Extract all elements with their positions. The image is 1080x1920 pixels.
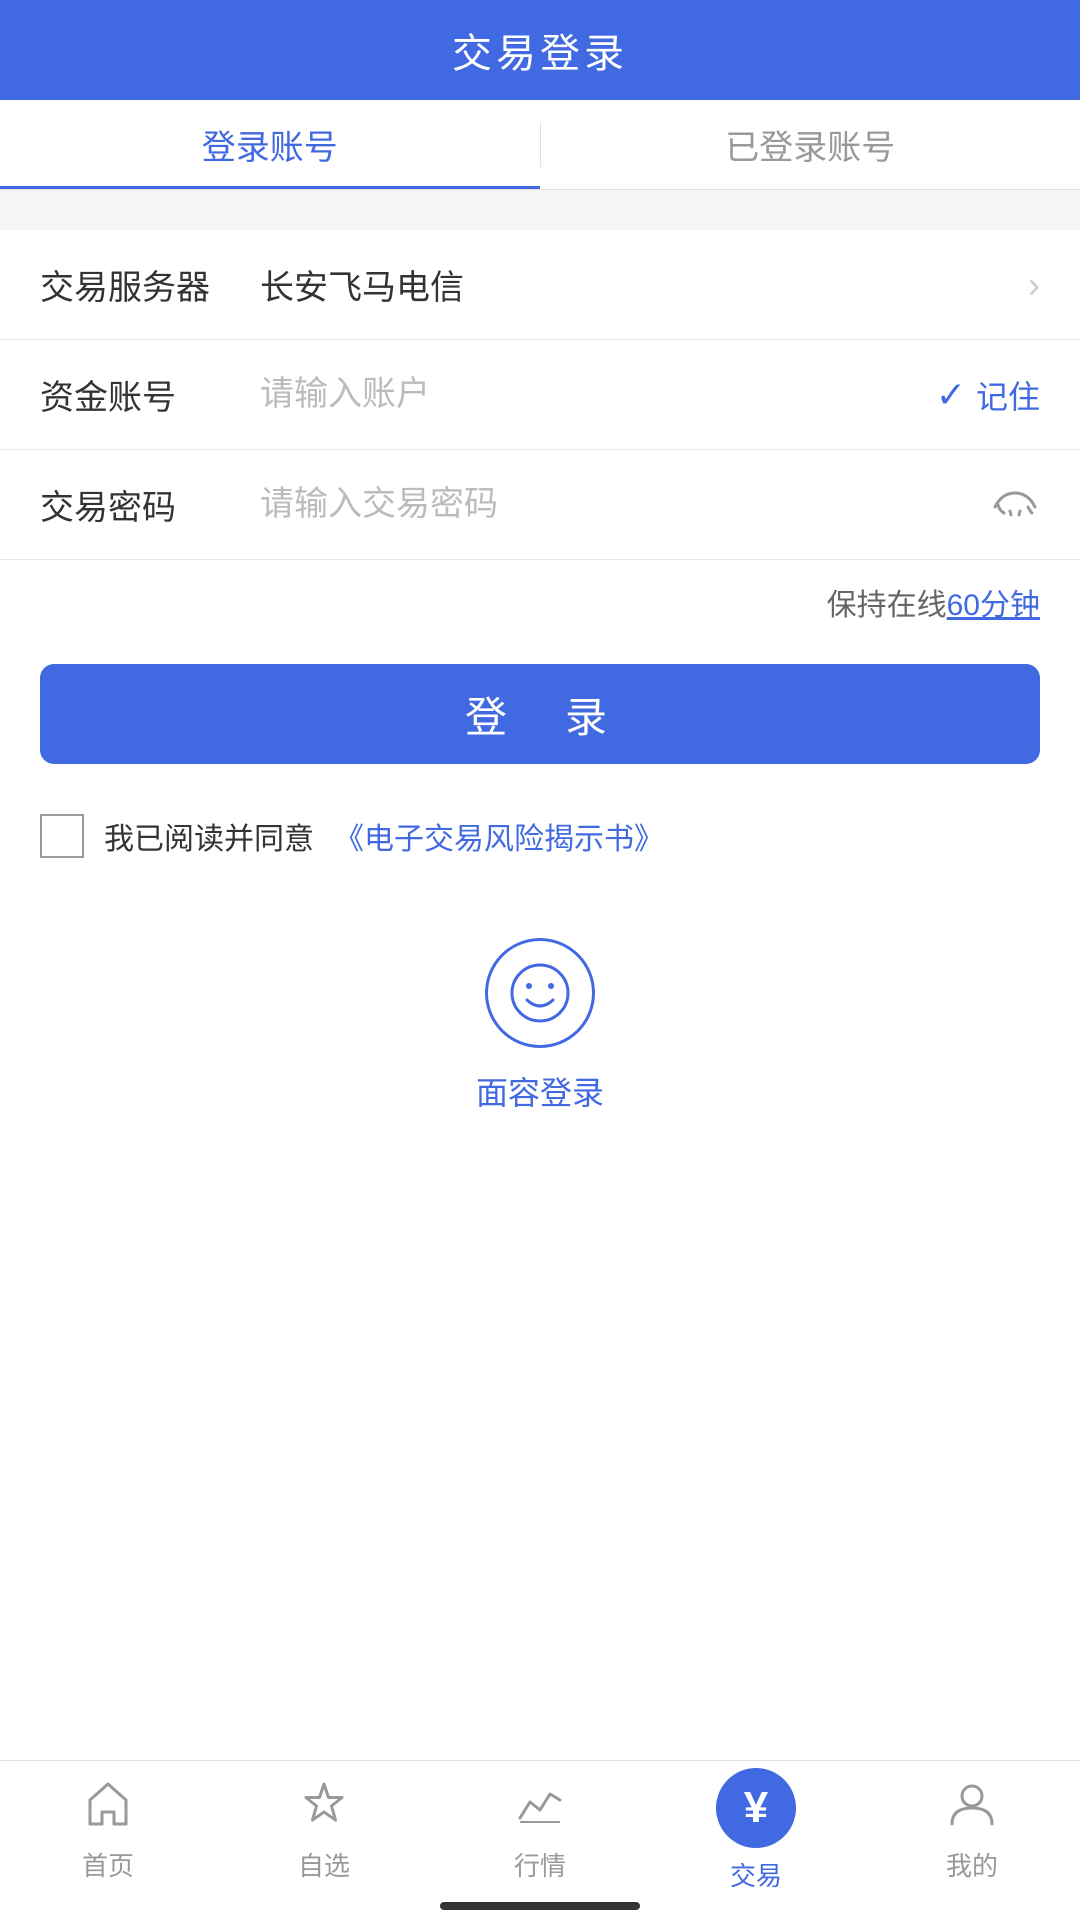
account-input[interactable] (240, 375, 936, 414)
tab-login[interactable]: 登录账号 (0, 100, 540, 189)
top-spacer (0, 190, 1080, 210)
chart-icon (514, 1778, 566, 1838)
password-row: 交易密码 (0, 450, 1080, 560)
nav-item-trade[interactable]: ¥ 交易 (648, 1768, 864, 1913)
login-button-wrapper: 登 录 (0, 644, 1080, 794)
agreement-link[interactable]: 《电子交易风险揭示书》 (334, 814, 664, 858)
tab-bar: 登录账号 已登录账号 (0, 100, 1080, 190)
account-row: 资金账号 ✓ 记住 (0, 340, 1080, 450)
yuan-icon: ¥ (744, 1786, 768, 1830)
agreement-prefix: 我已阅读并同意 (104, 814, 314, 858)
person-icon (946, 1778, 998, 1838)
account-label: 资金账号 (40, 370, 240, 419)
bottom-nav: 首页 自选 行情 ¥ 交易 (0, 1760, 1080, 1920)
nav-label-trade: 交易 (730, 1856, 782, 1893)
page-header: 交易登录 (0, 0, 1080, 100)
server-label: 交易服务器 (40, 260, 240, 309)
password-label: 交易密码 (40, 480, 240, 529)
main-content: 登录账号 已登录账号 交易服务器 长安飞马电信 › 资金账号 ✓ 记住 交易密码 (0, 100, 1080, 1760)
remember-section[interactable]: ✓ 记住 (936, 372, 1040, 418)
check-circle-icon: ✓ (936, 374, 966, 416)
chevron-right-icon: › (1028, 264, 1040, 306)
agreement-section: 我已阅读并同意 《电子交易风险揭示书》 (0, 794, 1080, 878)
online-link[interactable]: 60分钟 (947, 580, 1040, 624)
face-login-icon (485, 938, 595, 1048)
home-icon (82, 1778, 134, 1838)
nav-label-home: 首页 (82, 1846, 134, 1883)
remember-label: 记住 (976, 372, 1040, 418)
login-button[interactable]: 登 录 (40, 664, 1040, 764)
agreement-checkbox[interactable] (40, 814, 84, 858)
nav-label-watchlist: 自选 (298, 1846, 350, 1883)
password-input[interactable] (240, 485, 990, 524)
eye-closed-icon[interactable] (990, 484, 1040, 526)
online-prefix: 保持在线 (827, 580, 947, 624)
page-title: 交易登录 (452, 21, 628, 79)
tab-logged[interactable]: 已登录账号 (541, 100, 1080, 189)
nav-item-home[interactable]: 首页 (0, 1778, 216, 1903)
nav-item-mine[interactable]: 我的 (864, 1778, 1080, 1903)
nav-label-mine: 我的 (946, 1846, 998, 1883)
nav-item-market[interactable]: 行情 (432, 1778, 648, 1903)
server-row[interactable]: 交易服务器 长安飞马电信 › (0, 230, 1080, 340)
nav-label-market: 行情 (514, 1846, 566, 1883)
star-icon (298, 1778, 350, 1838)
home-indicator (440, 1902, 640, 1910)
nav-item-watchlist[interactable]: 自选 (216, 1778, 432, 1903)
face-login-section[interactable]: 面容登录 (0, 878, 1080, 1174)
online-section: 保持在线 60分钟 (0, 560, 1080, 644)
face-login-label: 面容登录 (476, 1068, 604, 1114)
trade-active-bg: ¥ (716, 1768, 796, 1848)
server-value: 长安飞马电信 (240, 260, 1028, 309)
content-spacer (0, 1174, 1080, 1760)
form-content: 交易服务器 长安飞马电信 › 资金账号 ✓ 记住 交易密码 (0, 230, 1080, 1174)
